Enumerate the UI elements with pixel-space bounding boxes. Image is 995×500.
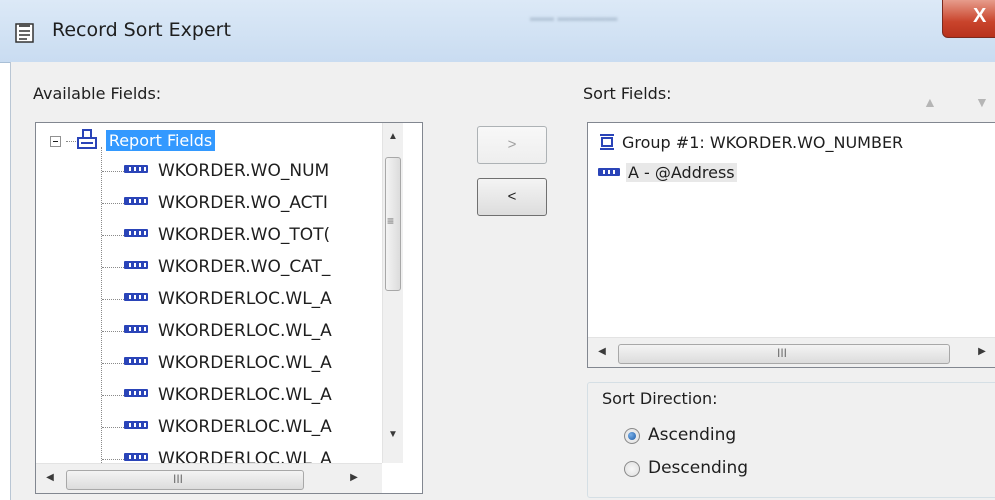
tree-root-row[interactable]: Report Fields [50, 129, 216, 153]
window-title: Record Sort Expert [52, 19, 231, 41]
title-bar: Record Sort Expert ▬▬ ▬▬▬▬▬ X [0, 0, 995, 63]
available-fields-tree[interactable]: Report Fields WKORDER.WO_NUM WKORDER.WO_… [35, 122, 423, 494]
sort-direction-group: Sort Direction: Ascending Descending [587, 382, 995, 498]
remove-sort-field-button[interactable]: < [477, 178, 547, 216]
close-button[interactable]: X [942, 0, 995, 38]
scroll-grip-icon: III [777, 346, 788, 360]
close-icon: X [973, 5, 987, 27]
field-icon [124, 453, 148, 461]
sort-field-item[interactable]: A - @Address [598, 161, 737, 185]
field-icon [124, 165, 148, 173]
field-icon [124, 325, 148, 333]
field-icon [124, 357, 148, 365]
report-fields-icon [77, 129, 98, 149]
horizontal-scroll-thumb[interactable]: III [66, 470, 304, 490]
available-fields-label: Available Fields: [33, 84, 162, 103]
descending-label: Descending [648, 458, 749, 478]
dialog-body: Available Fields: Report Fields WKORDER.… [10, 62, 995, 500]
scroll-up-icon[interactable]: ▲ [385, 131, 401, 142]
vertical-scrollbar[interactable]: ▲ ≡ ▼ [382, 123, 403, 463]
collapse-icon[interactable] [50, 135, 61, 147]
record-sort-icon [15, 23, 34, 43]
sort-horizontal-scroll-thumb[interactable]: III [618, 344, 950, 364]
scroll-left-icon[interactable]: ◀ [594, 346, 610, 357]
ascending-radio[interactable] [624, 428, 640, 444]
move-down-icon[interactable]: ▼ [975, 94, 989, 110]
horizontal-scrollbar[interactable]: ◀ III ▶ [36, 463, 382, 493]
scroll-right-icon[interactable]: ▶ [974, 346, 990, 357]
scroll-right-icon[interactable]: ▶ [346, 472, 362, 483]
field-icon [598, 167, 620, 176]
vertical-scroll-thumb[interactable]: ≡ [385, 157, 401, 291]
descending-radio[interactable] [624, 461, 640, 477]
sort-fields-list[interactable]: Group #1: WKORDER.WO_NUMBER A - @Address… [587, 122, 995, 368]
tree-root-label: Report Fields [105, 130, 216, 151]
field-icon [124, 229, 148, 237]
field-icon [124, 197, 148, 205]
sort-direction-label: Sort Direction: [602, 389, 718, 408]
scroll-left-icon[interactable]: ◀ [42, 472, 58, 483]
field-icon [124, 421, 148, 429]
sort-fields-label: Sort Fields: [583, 84, 672, 103]
scroll-grip-icon: ≡ [387, 214, 395, 228]
add-sort-field-button[interactable]: > [477, 126, 547, 164]
field-icon [124, 389, 148, 397]
field-icon [124, 293, 148, 301]
group-icon [600, 133, 614, 150]
scroll-down-icon[interactable]: ▼ [385, 429, 401, 440]
move-up-icon[interactable]: ▲ [923, 94, 937, 110]
sort-horizontal-scrollbar[interactable]: ◀ III ▶ [588, 337, 995, 367]
scroll-grip-icon: III [173, 472, 184, 486]
sort-field-item[interactable]: Group #1: WKORDER.WO_NUMBER [598, 131, 903, 155]
tree-connector [101, 147, 102, 469]
ascending-label: Ascending [648, 425, 737, 445]
field-icon [124, 261, 148, 269]
background-window-ghost: ▬▬ ▬▬▬▬▬ [530, 10, 618, 24]
